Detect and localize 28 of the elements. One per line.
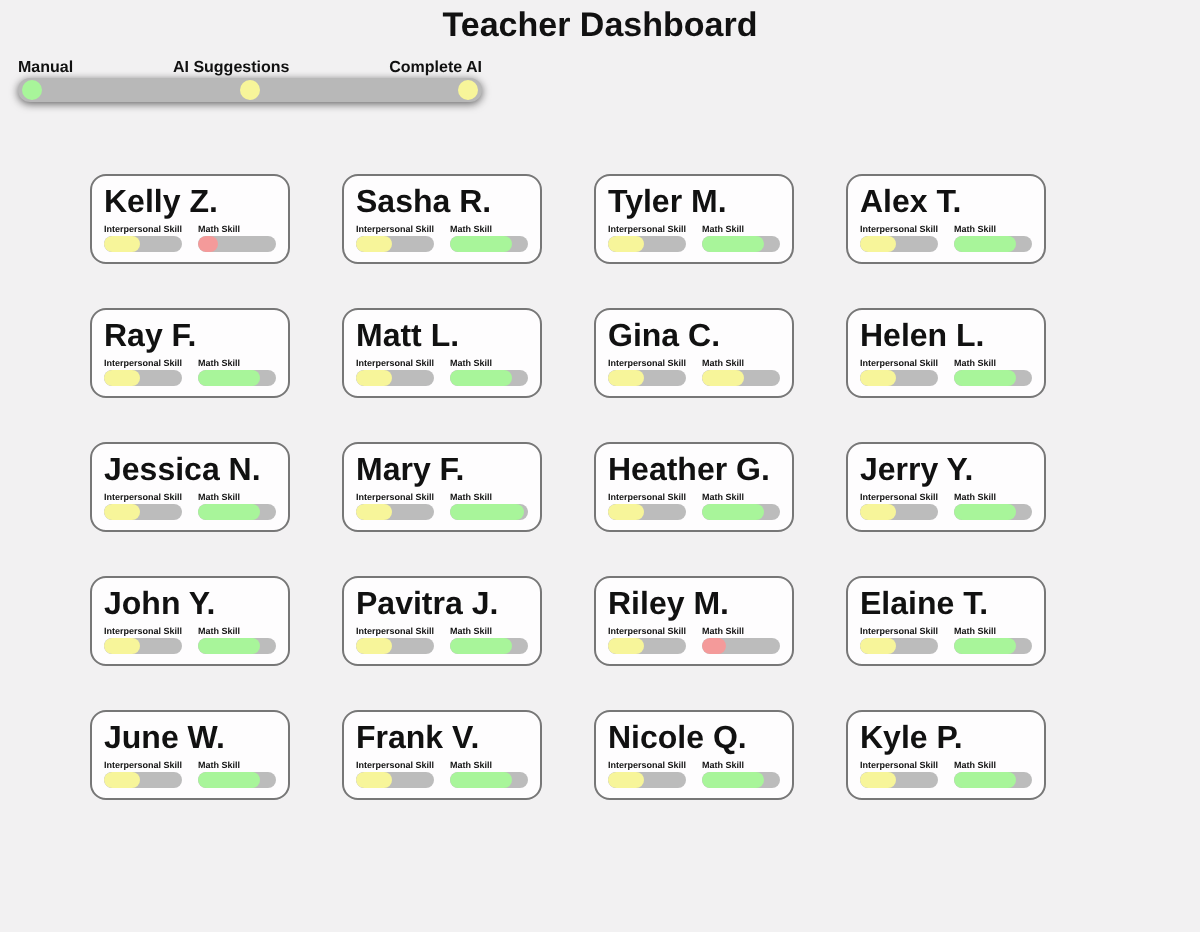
student-name: Nicole Q.	[608, 720, 749, 760]
student-name: Gina C.	[608, 318, 723, 358]
student-name: Jessica N.	[104, 452, 263, 492]
student-name: Matt L.	[356, 318, 462, 358]
student-name: Jerry Y.	[860, 452, 976, 492]
student-name: Tyler M.	[608, 184, 729, 224]
mode-stop-dot[interactable]	[22, 80, 42, 100]
student-name: Frank V.	[356, 720, 482, 760]
mode-label: Complete AI	[389, 56, 482, 78]
student-name: Kelly Z.	[104, 184, 220, 224]
mode-slider-track[interactable]	[18, 78, 482, 102]
student-name: Elaine T.	[860, 586, 991, 626]
page-title: Teacher Dashboard	[440, 4, 760, 48]
student-name: Helen L.	[860, 318, 987, 358]
student-name: June W.	[104, 720, 227, 760]
mode-label: Manual	[18, 56, 74, 78]
mode-label: AI Suggestions	[172, 56, 290, 78]
student-name: Kyle P.	[860, 720, 965, 760]
student-name: Alex T.	[860, 184, 964, 224]
student-name: Riley M.	[608, 586, 731, 626]
student-name: Pavitra J.	[356, 586, 501, 626]
mode-stop-dot[interactable]	[458, 80, 478, 100]
student-name: Sasha R.	[356, 184, 494, 224]
student-name: John Y.	[104, 586, 218, 626]
student-name: Heather G.	[608, 452, 772, 492]
student-name: Mary F.	[356, 452, 467, 492]
mode-stop-dot[interactable]	[240, 80, 260, 100]
student-name: Ray F.	[104, 318, 199, 358]
